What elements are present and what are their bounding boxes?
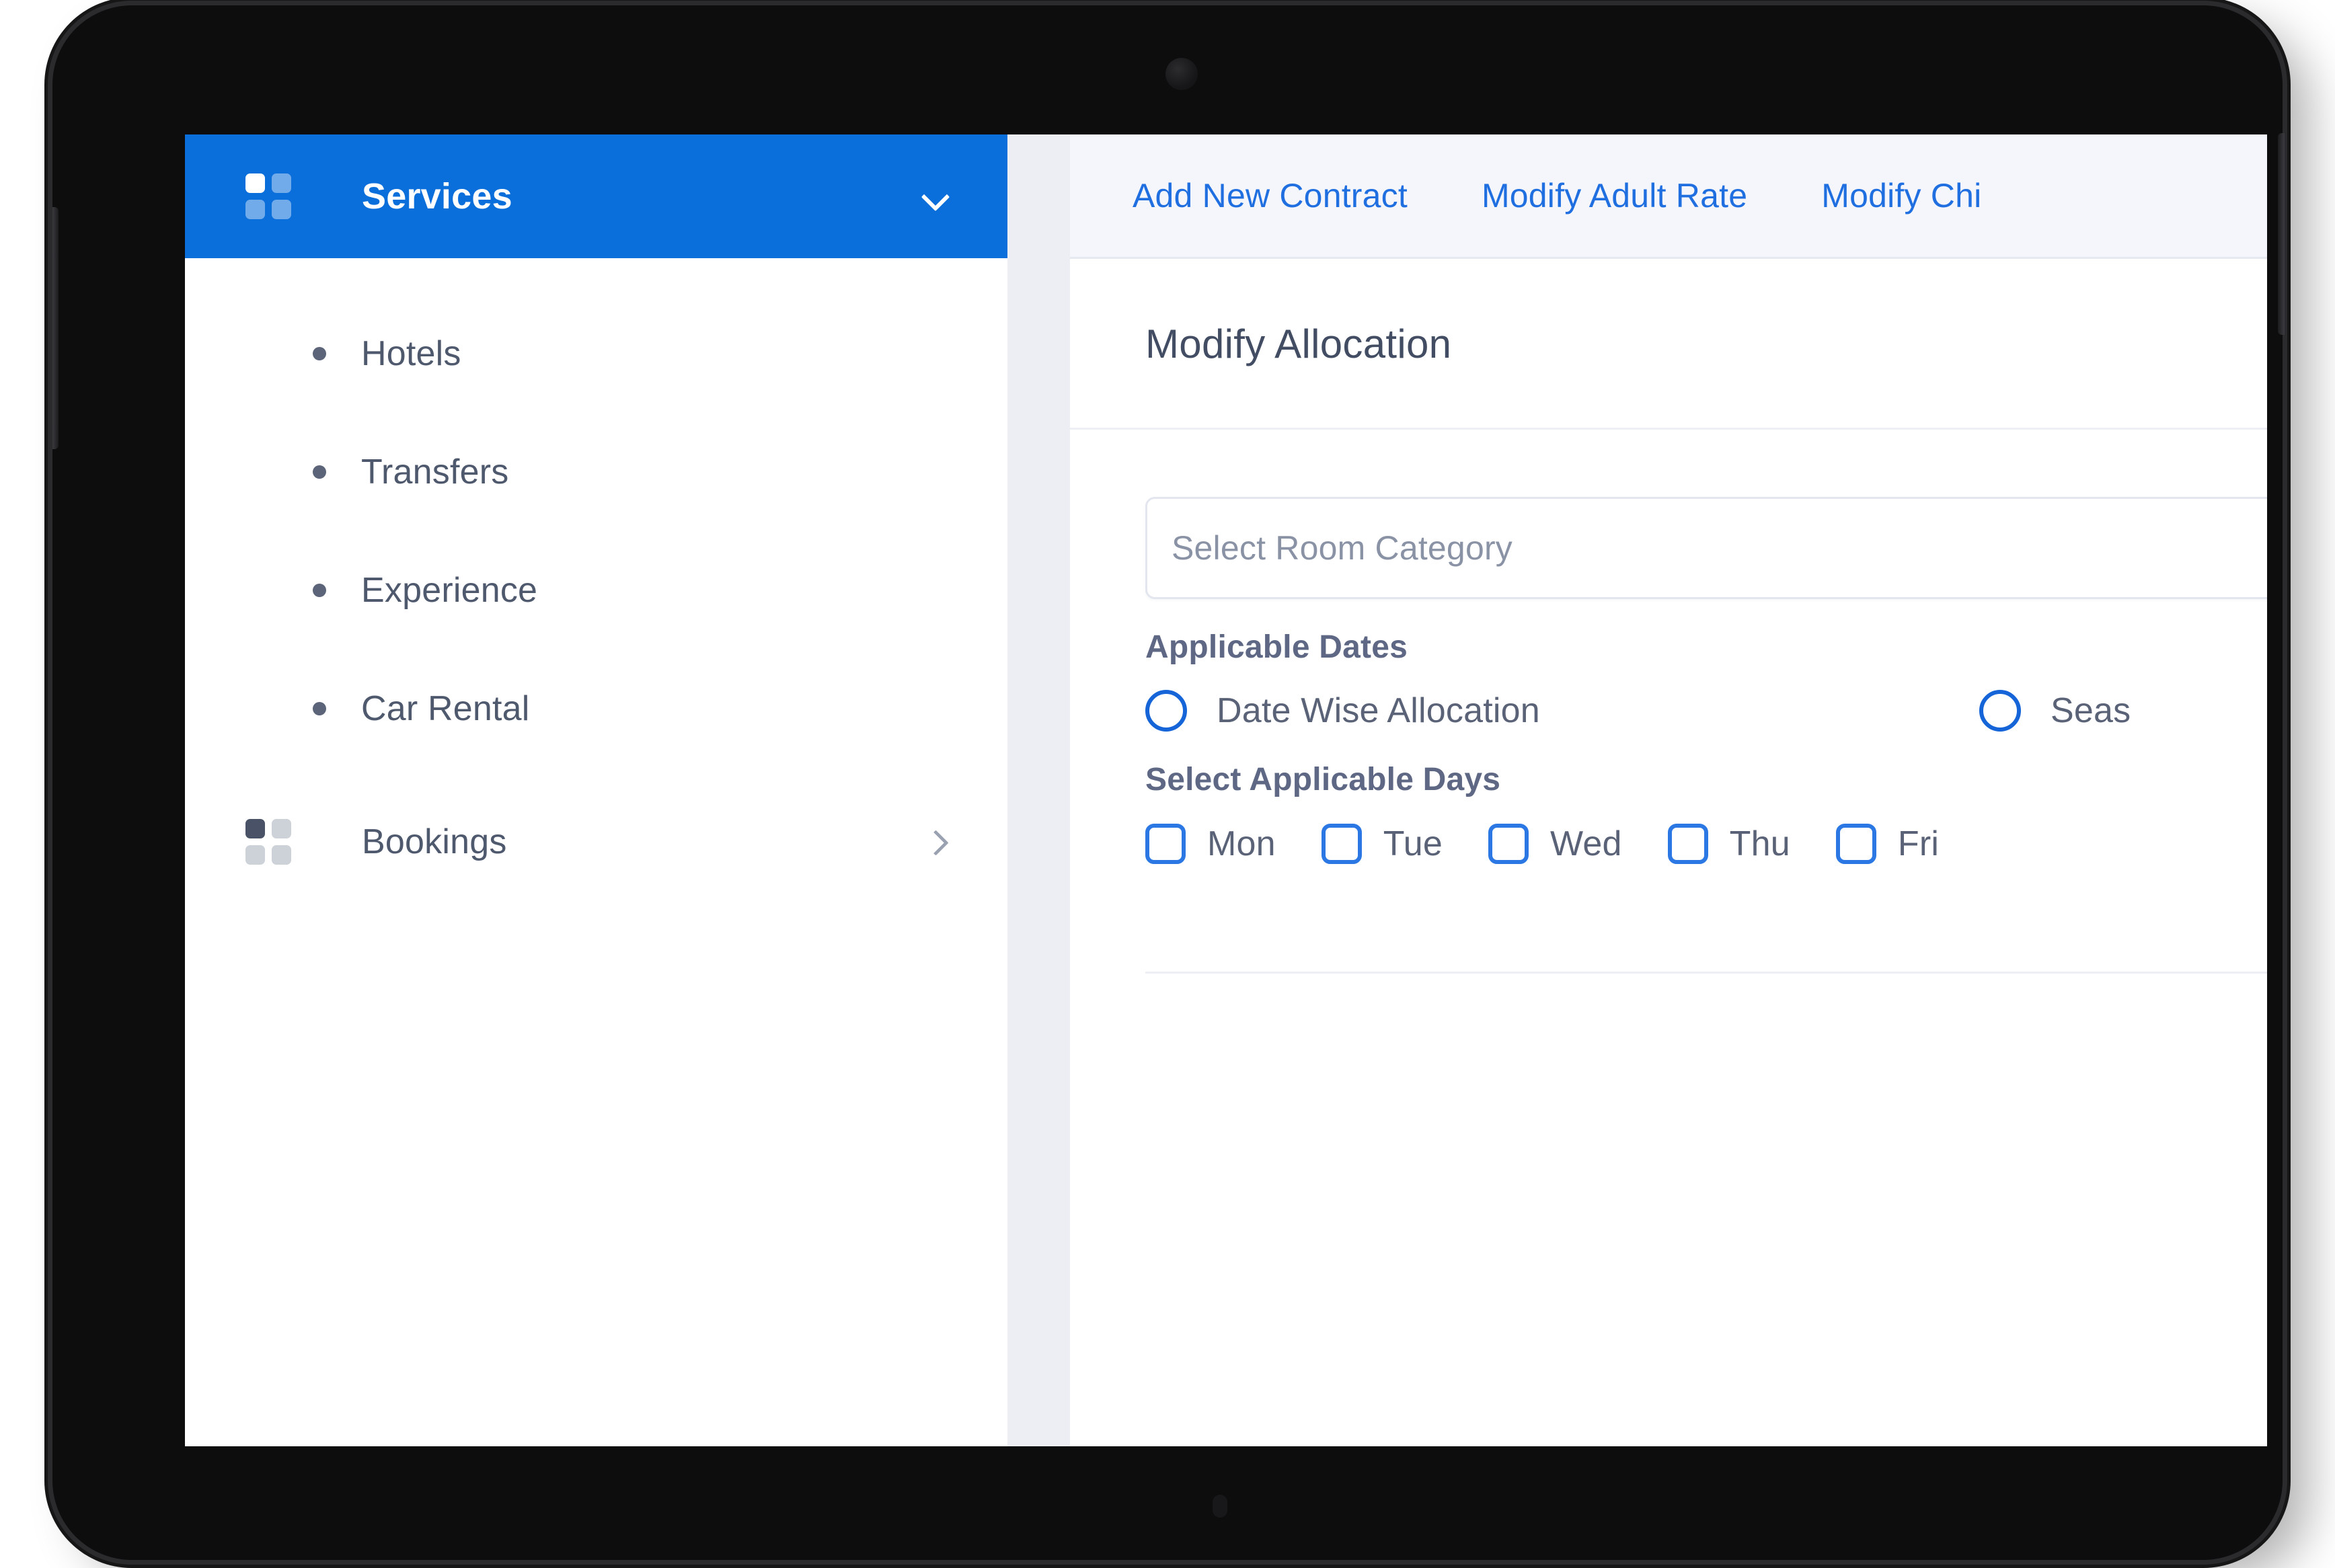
- sidebar-item-car-rental[interactable]: Car Rental: [185, 650, 1007, 768]
- front-camera-icon: [1165, 58, 1198, 90]
- checkbox-label: Tue: [1383, 824, 1443, 863]
- sidebar-item-bookings[interactable]: Bookings: [185, 783, 1007, 901]
- sidebar-item-label: Hotels: [361, 334, 461, 373]
- bullet-icon: [313, 465, 326, 479]
- checkbox-fri[interactable]: Fri: [1835, 824, 1940, 864]
- chevron-right-icon[interactable]: [924, 830, 948, 854]
- checkbox-label: Fri: [1897, 824, 1940, 863]
- checkbox-label: Thu: [1729, 824, 1790, 863]
- radio-season-wise-allocation[interactable]: Seas: [1979, 690, 2131, 732]
- screenshot-stage: Services Hotels Transfers Experience Car…: [0, 0, 2335, 1568]
- room-category-select[interactable]: Select Room Category: [1145, 497, 2267, 599]
- applicable-days-label: Select Applicable Days: [1145, 762, 1501, 797]
- sidebar: Services Hotels Transfers Experience Car…: [185, 134, 1007, 1446]
- checkbox-square-icon[interactable]: [1835, 824, 1876, 864]
- sidebar-item-experience[interactable]: Experience: [185, 531, 1007, 650]
- sidebar-item-transfers[interactable]: Transfers: [185, 413, 1007, 531]
- form-section-divider: [1145, 972, 2267, 974]
- radio-label: Seas: [2051, 691, 2131, 730]
- grid-2x2-icon: [245, 173, 291, 219]
- checkbox-square-icon[interactable]: [1667, 824, 1708, 864]
- home-indicator: [1213, 1495, 1227, 1518]
- radio-circle-icon[interactable]: [1145, 690, 1187, 732]
- sidebar-item-hotels[interactable]: Hotels: [185, 295, 1007, 413]
- sidebar-section-services[interactable]: Services: [185, 134, 1007, 258]
- tablet-device-frame: Services Hotels Transfers Experience Car…: [52, 5, 2285, 1560]
- allocation-form: Select Room Category Applicable Dates Da…: [1070, 430, 2267, 864]
- applicable-dates-label: Applicable Dates: [1145, 629, 1408, 665]
- checkbox-label: Mon: [1207, 824, 1276, 863]
- radio-date-wise-allocation[interactable]: Date Wise Allocation: [1145, 690, 1979, 732]
- checkbox-thu[interactable]: Thu: [1667, 824, 1790, 864]
- radio-circle-icon[interactable]: [1979, 690, 2021, 732]
- sidebar-item-label: Bookings: [362, 822, 507, 861]
- sidebar-section-title: Services: [362, 176, 512, 217]
- checkbox-square-icon[interactable]: [1145, 824, 1186, 864]
- sidebar-item-label: Experience: [361, 571, 538, 610]
- sidebar-item-label: Transfers: [361, 453, 509, 492]
- bullet-icon: [313, 347, 326, 360]
- applicable-days-checkbox-group: Mon Tue Wed Thu Fri: [1145, 824, 2267, 864]
- app-screen: Services Hotels Transfers Experience Car…: [185, 134, 2267, 1446]
- checkbox-square-icon[interactable]: [1321, 824, 1362, 864]
- page-title: Modify Allocation: [1145, 321, 1452, 366]
- modify-allocation-panel: Modify Allocation Select Room Category A…: [1070, 259, 2267, 974]
- grid-2x2-icon: [245, 819, 291, 865]
- sidebar-content-gutter: [1007, 134, 1070, 1446]
- main-content: Add New Contract Modify Adult Rate Modif…: [1070, 134, 2267, 1446]
- chevron-down-icon[interactable]: [921, 183, 948, 210]
- applicable-dates-radio-group: Date Wise Allocation Seas: [1145, 690, 2267, 732]
- checkbox-wed[interactable]: Wed: [1488, 824, 1622, 864]
- bullet-icon: [313, 702, 326, 715]
- tab-modify-adult-rate[interactable]: Modify Adult Rate: [1445, 176, 1784, 215]
- checkbox-square-icon[interactable]: [1488, 824, 1529, 864]
- room-category-placeholder: Select Room Category: [1172, 529, 1513, 567]
- checkbox-tue[interactable]: Tue: [1321, 824, 1443, 864]
- radio-label: Date Wise Allocation: [1217, 691, 1540, 730]
- sidebar-sublist: Hotels Transfers Experience Car Rental: [185, 258, 1007, 768]
- checkbox-label: Wed: [1550, 824, 1622, 863]
- bullet-icon: [313, 584, 326, 597]
- tab-add-new-contract[interactable]: Add New Contract: [1096, 176, 1445, 215]
- tab-bar: Add New Contract Modify Adult Rate Modif…: [1070, 134, 2267, 259]
- sidebar-item-label: Car Rental: [361, 689, 530, 728]
- checkbox-mon[interactable]: Mon: [1145, 824, 1276, 864]
- tab-modify-child-rate[interactable]: Modify Chi: [1784, 176, 2018, 215]
